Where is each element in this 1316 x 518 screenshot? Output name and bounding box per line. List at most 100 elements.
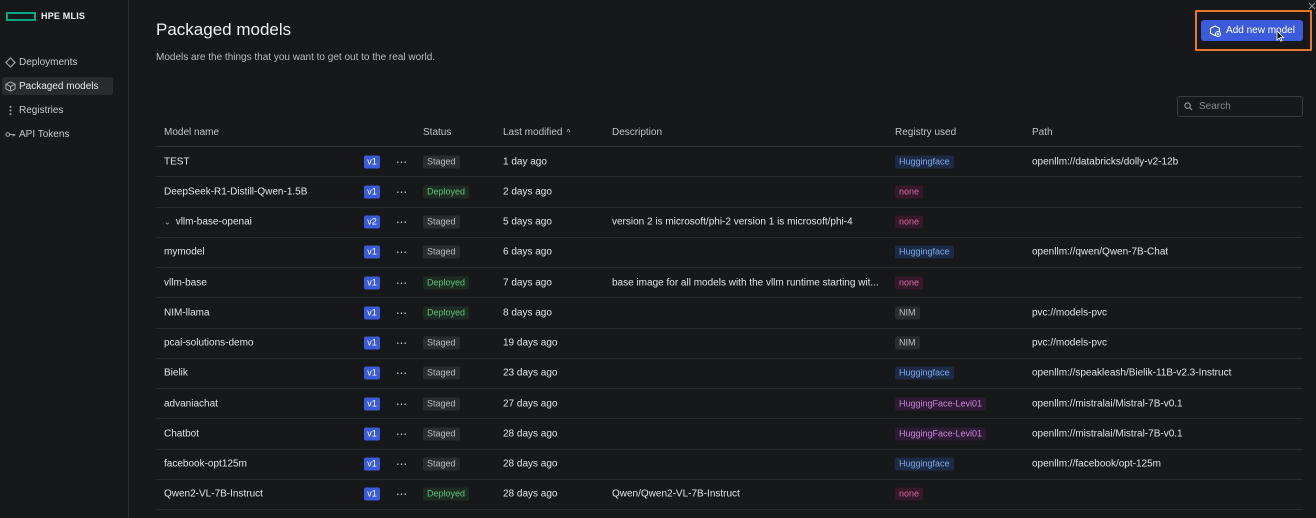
sidebar-item-api-tokens[interactable]: API Tokens <box>2 125 113 143</box>
column-header-status[interactable]: Status <box>423 127 451 138</box>
registry-badge: NIM <box>895 336 920 350</box>
vertical-dots-icon <box>5 105 16 116</box>
sidebar-item-label: Packaged models <box>19 80 99 92</box>
version-badge[interactable]: v1 <box>364 366 380 380</box>
sort-ascending-icon[interactable]: ^ <box>566 128 570 137</box>
version-badge[interactable]: v1 <box>364 155 380 169</box>
version-badge[interactable]: v1 <box>364 457 380 471</box>
more-actions-icon[interactable]: ⋯ <box>396 306 408 319</box>
model-name[interactable]: TEST <box>164 156 190 167</box>
sidebar-item-packaged-models[interactable]: Packaged models <box>2 77 113 95</box>
version-badge[interactable]: v1 <box>364 185 380 199</box>
tag-icon <box>5 56 16 68</box>
model-name[interactable]: DeepSeek-R1-Distill-Qwen-1.5B <box>164 186 307 197</box>
column-header-path[interactable]: Path <box>1032 127 1053 138</box>
more-actions-icon[interactable]: ⋯ <box>396 367 408 380</box>
more-actions-icon[interactable]: ⋯ <box>396 397 408 410</box>
registry-badge: NIM <box>895 306 920 320</box>
page-subtitle: Models are the things that you want to g… <box>156 52 436 63</box>
version-badge[interactable]: v1 <box>364 306 380 320</box>
mouse-cursor-icon <box>1276 30 1285 42</box>
column-header-registry[interactable]: Registry used <box>895 127 956 138</box>
search-box[interactable] <box>1177 96 1303 117</box>
model-path: openllm://mistralai/Mistral-7B-v0.1 <box>1032 428 1183 440</box>
model-path: openllm://qwen/Qwen-7B-Chat <box>1032 246 1169 258</box>
model-path: pvc://models-pvc <box>1032 307 1108 319</box>
model-name[interactable]: facebook-opt125m <box>164 459 247 470</box>
last-modified: 5 days ago <box>503 216 552 228</box>
description: Qwen/Qwen2-VL-7B-Instruct <box>612 488 740 500</box>
table-row[interactable]: DeepSeek-R1-Distill-Qwen-1.5B v1 ⋯ Deployed… <box>156 177 1303 208</box>
model-name[interactable]: vllm-base <box>164 277 207 288</box>
status-badge: Staged <box>423 336 460 350</box>
table-row[interactable]: facebook-opt125m v1 ⋯ Staged 28 days ago Hugg… <box>156 450 1303 480</box>
description: version 2 is microsoft/phi-2 version 1 i… <box>612 216 853 228</box>
sidebar-item-label: API Tokens <box>19 128 70 140</box>
more-actions-icon[interactable]: ⋯ <box>396 246 408 259</box>
more-actions-icon[interactable]: ⋯ <box>396 427 408 440</box>
sidebar-item-label: Deployments <box>19 56 78 68</box>
last-modified: 28 days ago <box>503 458 558 470</box>
table-row[interactable]: TEST v1 ⋯ Staged 1 day ago Huggingface openllm… <box>156 147 1303 178</box>
version-badge[interactable]: v1 <box>364 276 380 290</box>
table-row[interactable]: advaniachat v1 ⋯ Staged 27 days ago HuggingFa… <box>156 389 1303 420</box>
model-name[interactable]: Chatbot <box>164 428 199 439</box>
table-row[interactable]: mymodel v1 ⋯ Staged 6 days ago Huggingface ope… <box>156 238 1303 268</box>
sidebar-item-registries[interactable]: Registries <box>2 101 113 119</box>
table-row[interactable]: Bielik v1 ⋯ Staged 23 days ago Huggingface ope… <box>156 359 1303 389</box>
model-name-cell[interactable]: ⌄ vllm-base-openai <box>164 217 252 228</box>
status-badge: Staged <box>423 215 460 229</box>
version-badge[interactable]: v1 <box>364 336 380 350</box>
table-row[interactable]: Chatbot v1 ⋯ Staged 28 days ago HuggingFace-L… <box>156 419 1303 450</box>
column-header-model-name[interactable]: Model name <box>164 127 219 138</box>
search-icon <box>1184 102 1193 111</box>
version-badge[interactable]: v1 <box>364 245 380 259</box>
description: base image for all models with the vllm … <box>612 277 879 289</box>
add-new-model-button[interactable]: Add new model <box>1201 20 1303 41</box>
table-row[interactable]: NIM-llama v1 ⋯ Deployed 8 days ago NIM pvc://m… <box>156 298 1303 329</box>
version-badge[interactable]: v1 <box>364 487 380 501</box>
status-badge: Deployed <box>423 276 470 290</box>
page-title: Packaged models <box>156 20 292 39</box>
cube-icon <box>5 80 16 92</box>
registry-badge: Huggingface <box>895 155 954 169</box>
column-header-last-modified-label: Last modified <box>503 127 563 138</box>
more-actions-icon[interactable]: ⋯ <box>396 155 408 168</box>
sidebar: HPE MLIS Deployments Packaged models Reg… <box>0 0 129 518</box>
last-modified: 28 days ago <box>503 428 558 440</box>
model-name[interactable]: advaniachat <box>164 398 218 409</box>
brand[interactable]: HPE MLIS <box>6 11 85 21</box>
registry-badge: none <box>895 487 924 501</box>
table-row[interactable]: Qwen2-VL-7B-Instruct v1 ⋯ Deployed 28 days a… <box>156 480 1303 510</box>
more-actions-icon[interactable]: ⋯ <box>396 185 408 198</box>
column-header-last-modified[interactable]: Last modified ^ <box>503 127 570 138</box>
table-row[interactable]: vllm-base v1 ⋯ Deployed 7 days ago base image… <box>156 268 1303 299</box>
more-actions-icon[interactable]: ⋯ <box>396 337 408 350</box>
more-actions-icon[interactable]: ⋯ <box>396 488 408 501</box>
key-icon <box>5 129 16 140</box>
model-name[interactable]: Bielik <box>164 368 188 379</box>
model-name[interactable]: NIM-llama <box>164 307 210 318</box>
close-icon[interactable] <box>1308 2 1316 10</box>
chevron-down-icon[interactable]: ⌄ <box>164 218 171 227</box>
version-badge[interactable]: v1 <box>364 397 380 411</box>
column-header-description[interactable]: Description <box>612 127 662 138</box>
status-badge: Deployed <box>423 487 470 501</box>
table-row[interactable]: ⌄ vllm-base-openai v2 ⋯ Staged 5 days ago vers… <box>156 208 1303 238</box>
model-name[interactable]: Qwen2-VL-7B-Instruct <box>164 489 263 500</box>
version-badge[interactable]: v2 <box>364 215 380 229</box>
search-input[interactable] <box>1199 101 1295 112</box>
model-name[interactable]: mymodel <box>164 247 205 258</box>
table-row[interactable]: pcai-solutions-demo v1 ⋯ Staged 19 days ago N… <box>156 329 1303 359</box>
registry-badge: Huggingface <box>895 457 954 471</box>
registry-badge: Huggingface <box>895 245 954 259</box>
more-actions-icon[interactable]: ⋯ <box>396 216 408 229</box>
sidebar-item-deployments[interactable]: Deployments <box>2 53 113 71</box>
model-path: pvc://models-pvc <box>1032 337 1108 349</box>
more-actions-icon[interactable]: ⋯ <box>396 458 408 471</box>
version-badge[interactable]: v1 <box>364 427 380 441</box>
status-badge: Staged <box>423 397 460 411</box>
more-actions-icon[interactable]: ⋯ <box>396 276 408 289</box>
registry-badge: none <box>895 215 924 229</box>
model-name[interactable]: pcai-solutions-demo <box>164 338 254 349</box>
